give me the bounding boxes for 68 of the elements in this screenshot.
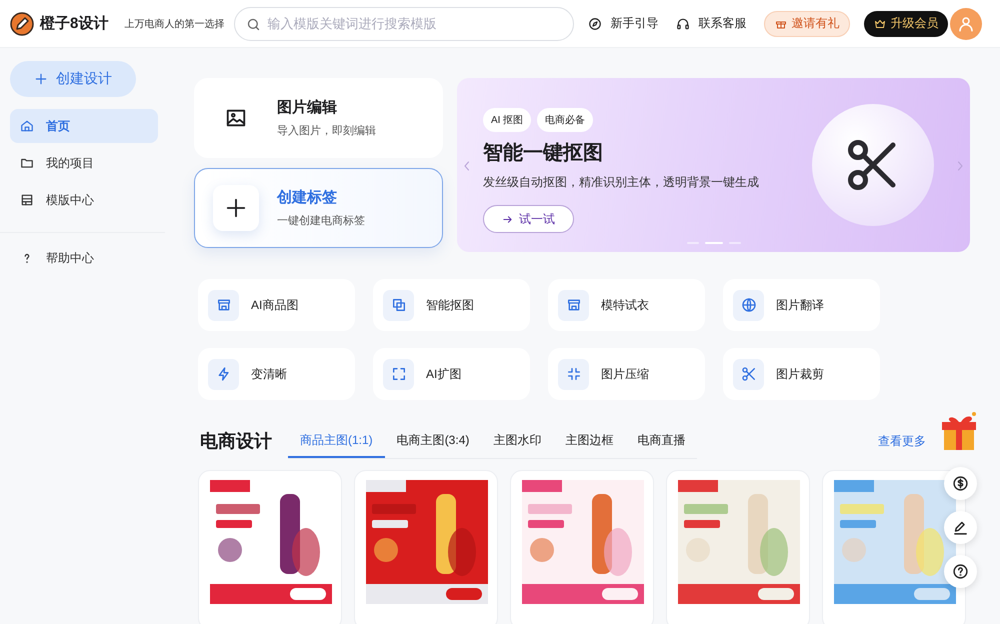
banner-description: 发丝级自动抠图，精准识别主体，透明背景一键生成: [483, 174, 760, 191]
create-design-button[interactable]: 创建设计: [10, 61, 136, 97]
folder-icon: [20, 156, 34, 170]
banner-title: 智能一键抠图: [483, 141, 604, 166]
tab[interactable]: 电商主图(3:4): [384, 424, 482, 458]
tool-tile[interactable]: 图片裁剪: [723, 348, 880, 400]
compress-icon: [566, 366, 582, 382]
nav-link[interactable]: 新手引导: [588, 15, 658, 32]
card-title: 创建标签: [277, 188, 338, 207]
feature-card[interactable]: 图片编辑 导入图片，即刻编辑: [194, 78, 443, 158]
tab[interactable]: 电商直播: [625, 424, 698, 458]
expand-icon: [390, 366, 406, 382]
arrow-right-icon: [502, 214, 513, 224]
sidebar-item[interactable]: 首页: [10, 109, 158, 143]
globe-icon: [740, 297, 756, 313]
tool-tile[interactable]: 智能抠图: [373, 279, 530, 331]
avatar[interactable]: [950, 8, 982, 40]
help-icon: [952, 563, 968, 580]
sidebar-item[interactable]: 帮助中心: [10, 241, 158, 275]
scissors-icon: [740, 366, 756, 382]
plus-icon: [225, 197, 247, 219]
tool-tile[interactable]: 变清晰: [198, 348, 355, 400]
tool-tile[interactable]: 模特试衣: [548, 279, 705, 331]
user-icon: [957, 14, 975, 32]
dollar-icon: [952, 475, 968, 492]
card-title: 图片编辑: [277, 98, 338, 117]
template-card[interactable]: [198, 470, 342, 624]
image-icon: [225, 107, 247, 129]
tab[interactable]: 主图水印: [481, 424, 554, 458]
tool-tile[interactable]: AI商品图: [198, 279, 355, 331]
headset-icon: [676, 16, 690, 30]
plus-icon: [34, 72, 48, 86]
section-title: 电商设计: [200, 430, 272, 453]
crown-icon: [874, 18, 886, 30]
template-card[interactable]: [510, 470, 654, 624]
promo-banner[interactable]: AI 抠图 电商必备 智能一键抠图 发丝级自动抠图，精准识别主体，透明背景一键生成 试一试: [457, 78, 970, 252]
pencil-logo-icon: [10, 12, 34, 36]
nav-link[interactable]: 联系客服: [676, 15, 746, 32]
more-link[interactable]: 查看更多: [878, 432, 926, 450]
logo-text: 橙子8设计: [40, 14, 108, 33]
store-icon: [566, 297, 582, 313]
search-field[interactable]: 输入模版关键词进行搜索模版: [234, 6, 574, 40]
card-subtitle: 导入图片，即刻编辑: [277, 124, 376, 138]
try-button[interactable]: 试一试: [483, 205, 574, 233]
tool-tile[interactable]: 图片压缩: [548, 348, 705, 400]
slogan: 上万电商人的第一选择: [124, 18, 224, 30]
banner-tag: 电商必备: [537, 108, 594, 132]
template-icon: [20, 193, 34, 207]
feature-card[interactable]: 创建标签 一键创建电商标签: [194, 168, 443, 248]
upgrade-button[interactable]: 升级会员: [864, 10, 948, 36]
tool-tile[interactable]: AI扩图: [373, 348, 530, 400]
banner-tag: AI 抠图: [483, 108, 532, 132]
tool-tile[interactable]: 图片翻译: [723, 279, 880, 331]
template-card[interactable]: [666, 470, 810, 624]
card-subtitle: 一键创建电商标签: [277, 214, 365, 228]
coin-button[interactable]: [944, 467, 976, 500]
invite-button[interactable]: 邀请有礼: [764, 10, 850, 36]
overlap-squares-icon: [390, 297, 406, 313]
tab[interactable]: 主图边框: [553, 424, 626, 458]
sidebar-item[interactable]: 我的项目: [10, 146, 158, 180]
pen-icon: [952, 519, 968, 536]
store-icon: [216, 297, 232, 313]
lightning-icon: [216, 366, 232, 382]
home-icon: [20, 119, 34, 133]
tab[interactable]: 商品主图(1:1): [288, 424, 385, 458]
compass-icon: [588, 16, 602, 30]
template-card[interactable]: [354, 470, 498, 624]
sidebar-item[interactable]: 模版中心: [10, 183, 158, 217]
